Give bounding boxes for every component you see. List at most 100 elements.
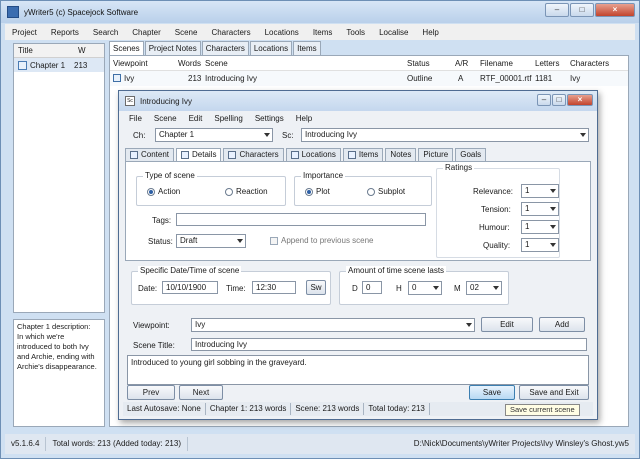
dialog-menu-settings[interactable]: Settings (249, 114, 290, 123)
tab-characters[interactable]: Characters (201, 41, 249, 55)
dialog-menu-file[interactable]: File (123, 114, 148, 123)
tab-locations[interactable]: Locations (285, 148, 341, 161)
menu-locations[interactable]: Locations (258, 28, 306, 37)
date-label: Date: (138, 284, 158, 293)
chevron-down-icon (550, 243, 556, 247)
window-title: yWriter5 (c) Spacejock Software (24, 7, 139, 17)
chapter-row[interactable]: Chapter 1 213 (14, 58, 104, 72)
importance-group: Importance Plot Subplot (294, 171, 432, 206)
dialog-title: Introducing Ivy (140, 96, 193, 106)
save-and-exit-button[interactable]: Save and Exit (519, 385, 589, 400)
menu-scene[interactable]: Scene (168, 28, 205, 37)
viewpoint-select[interactable]: Ivy (191, 318, 475, 332)
minutes-select[interactable]: 02 (466, 281, 502, 295)
scene-viewpoint: Ivy (124, 74, 135, 83)
col-scene[interactable]: Scene (205, 59, 228, 68)
tab-locations[interactable]: Locations (249, 41, 293, 55)
menu-project[interactable]: Project (5, 28, 44, 37)
dialog-menu-help[interactable]: Help (290, 114, 318, 123)
menu-tools[interactable]: Tools (339, 28, 372, 37)
minutes-value: 02 (470, 283, 479, 292)
tags-input[interactable] (176, 213, 426, 226)
save-button[interactable]: Save (469, 385, 515, 400)
radio-plot[interactable]: Plot (305, 187, 330, 196)
tab-scenes[interactable]: Scenes (109, 41, 144, 55)
col-viewpoint[interactable]: Viewpoint (113, 59, 148, 68)
chapter-title: Chapter 1 (30, 60, 66, 70)
total-today-status: Total today: 213 (364, 403, 430, 415)
chevron-down-icon (433, 286, 439, 290)
scene-title-input[interactable]: Introducing Ivy (191, 338, 587, 351)
menu-characters[interactable]: Characters (204, 28, 257, 37)
status-select[interactable]: Draft (176, 234, 246, 248)
chapter-description[interactable]: Chapter 1 description: In which we're in… (13, 319, 105, 427)
tags-label: Tags: (152, 216, 172, 225)
relevance-select[interactable]: 1 (521, 184, 559, 198)
edit-viewpoint-button[interactable]: Edit (481, 317, 533, 332)
close-button[interactable]: × (595, 3, 635, 17)
chapter-select[interactable]: Chapter 1 (155, 128, 273, 142)
dialog-menu-spelling[interactable]: Spelling (208, 114, 248, 123)
time-input[interactable]: 12:30 (252, 281, 296, 294)
scene-words: 213 (188, 74, 202, 83)
dialog-menu-scene[interactable]: Scene (148, 114, 183, 123)
chevron-down-icon (493, 286, 499, 290)
menu-localise[interactable]: Localise (372, 28, 415, 37)
tab-picture[interactable]: Picture (418, 148, 454, 161)
tab-project-notes[interactable]: Project Notes (144, 41, 201, 55)
menu-items[interactable]: Items (306, 28, 340, 37)
dialog-menu-edit[interactable]: Edit (183, 114, 209, 123)
maximize-button[interactable]: □ (570, 3, 594, 17)
importance-title: Importance (301, 171, 346, 180)
status-label: Status: (148, 237, 173, 246)
tab-items-label: Items (358, 150, 379, 159)
date-input[interactable]: 10/10/1900 (162, 281, 218, 294)
hours-select[interactable]: 0 (408, 281, 442, 295)
dialog-maximize-button[interactable]: □ (552, 94, 566, 106)
menu-help[interactable]: Help (415, 28, 445, 37)
tab-content-label: Content (141, 150, 170, 159)
tab-goals[interactable]: Goals (455, 148, 487, 161)
radio-action[interactable]: Action (147, 187, 180, 196)
tab-notes[interactable]: Notes (385, 148, 417, 161)
prev-button[interactable]: Prev (127, 385, 175, 400)
save-tooltip: Save current scene (505, 404, 580, 416)
humour-select[interactable]: 1 (521, 220, 559, 234)
menu-chapter[interactable]: Chapter (125, 28, 167, 37)
add-viewpoint-button[interactable]: Add (539, 317, 585, 332)
tab-items[interactable]: Items (342, 148, 384, 161)
dialog-minimize-button[interactable]: – (537, 94, 551, 106)
dialog-tab-strip: Content Details Characters Locations Ite… (125, 148, 487, 161)
col-characters[interactable]: Characters (570, 59, 609, 68)
append-checkbox[interactable]: Append to previous scene (270, 236, 374, 245)
tab-details[interactable]: Details (176, 148, 222, 161)
next-button[interactable]: Next (179, 385, 223, 400)
tab-characters[interactable]: Characters (223, 148, 284, 161)
scene-summary[interactable]: Introduced to young girl sobbing in the … (127, 355, 589, 385)
radio-reaction[interactable]: Reaction (225, 187, 268, 196)
radio-subplot[interactable]: Subplot (367, 187, 405, 196)
tab-content[interactable]: Content (125, 148, 175, 161)
col-words[interactable]: Words (178, 59, 201, 68)
tension-select[interactable]: 1 (521, 202, 559, 216)
viewpoint-label: Viewpoint: (133, 321, 170, 330)
scene-select[interactable]: Introducing Ivy (301, 128, 589, 142)
quality-select[interactable]: 1 (521, 238, 559, 252)
minimize-button[interactable]: – (545, 3, 569, 17)
details-icon (181, 151, 190, 159)
scene-row[interactable]: Ivy 213 Introducing Ivy Outline A RTF_00… (110, 71, 628, 86)
column-words[interactable]: W (74, 46, 86, 55)
col-letters[interactable]: Letters (535, 59, 559, 68)
col-ar[interactable]: A/R (455, 59, 468, 68)
column-title[interactable]: Title (14, 46, 74, 55)
menu-search[interactable]: Search (86, 28, 125, 37)
col-status[interactable]: Status (407, 59, 430, 68)
tab-items[interactable]: Items (293, 41, 321, 55)
days-input[interactable]: 0 (362, 281, 382, 294)
col-filename[interactable]: Filename (480, 59, 513, 68)
ratings-title: Ratings (443, 163, 475, 172)
main-titlebar: yWriter5 (c) Spacejock Software – □ × (1, 1, 639, 23)
switch-button[interactable]: Sw (306, 280, 326, 295)
dialog-close-button[interactable]: × (567, 94, 593, 106)
menu-reports[interactable]: Reports (44, 28, 86, 37)
